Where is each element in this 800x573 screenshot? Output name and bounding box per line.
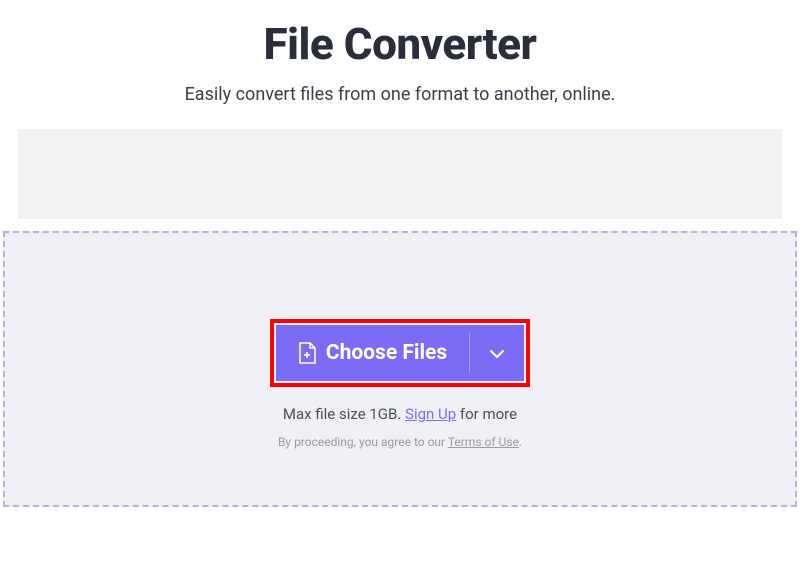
terms-of-use-link[interactable]: Terms of Use <box>448 435 519 449</box>
terms-text: By proceeding, you agree to our Terms of… <box>278 435 522 449</box>
page-subtitle: Easily convert files from one format to … <box>0 84 800 105</box>
max-size-prefix: Max file size 1GB. <box>283 405 405 423</box>
choose-files-highlight: Choose Files <box>270 319 530 387</box>
choose-files-button-group: Choose Files <box>276 325 524 381</box>
sign-up-link[interactable]: Sign Up <box>405 405 456 423</box>
terms-prefix: By proceeding, you agree to our <box>278 435 448 449</box>
page-title: File Converter <box>0 18 800 70</box>
choose-files-button[interactable]: Choose Files <box>276 325 469 381</box>
terms-suffix: . <box>519 435 522 449</box>
file-plus-icon <box>298 342 316 364</box>
file-drop-zone[interactable]: Choose Files Max file size 1GB. Sign Up … <box>3 231 797 507</box>
ad-placeholder <box>18 129 782 219</box>
max-file-size-text: Max file size 1GB. Sign Up for more <box>283 405 517 423</box>
max-size-suffix: for more <box>456 405 517 423</box>
chevron-down-icon <box>489 344 505 363</box>
choose-files-label: Choose Files <box>326 341 447 365</box>
choose-files-dropdown[interactable] <box>470 325 524 381</box>
